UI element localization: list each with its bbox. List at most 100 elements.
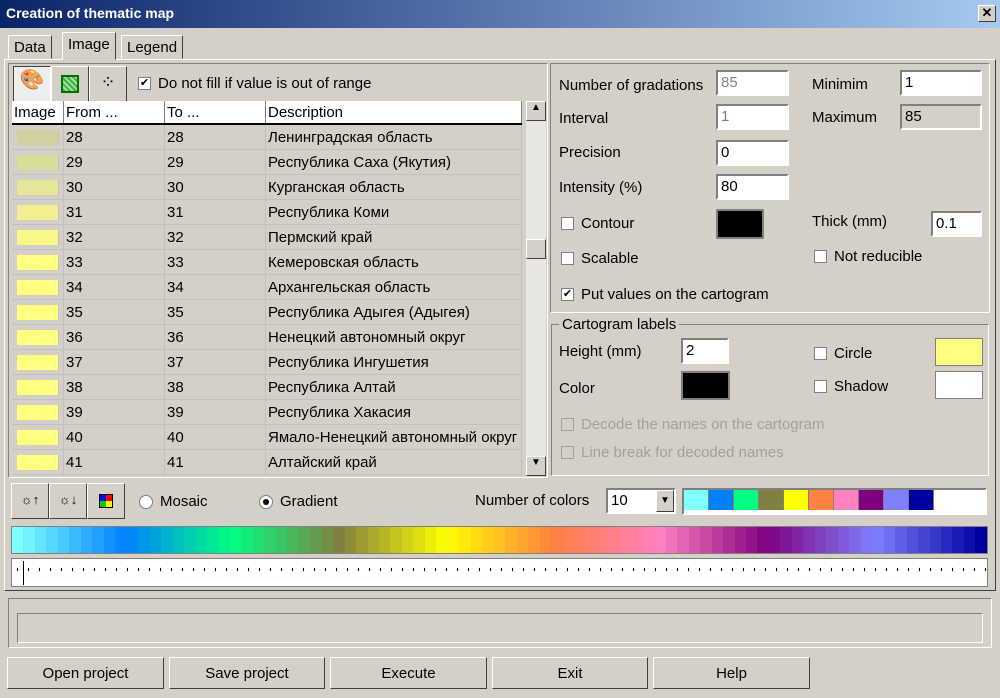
brighten-button[interactable]: ☼↑ [11, 483, 49, 519]
row-to[interactable]: 41 [165, 450, 266, 474]
gradient-step[interactable] [459, 527, 471, 553]
key-color-swatch[interactable] [759, 490, 784, 510]
gradient-step[interactable] [264, 527, 276, 553]
gradient-step[interactable] [711, 527, 724, 553]
gradient-step[interactable] [356, 527, 368, 553]
row-swatch-cell[interactable] [12, 425, 64, 449]
gradient-step[interactable] [849, 527, 861, 553]
put-values-checkbox[interactable]: ✔ [561, 288, 574, 301]
row-description[interactable]: Ленинградская область [266, 125, 522, 149]
row-swatch-cell[interactable] [12, 400, 64, 424]
row-swatch-cell[interactable] [12, 325, 64, 349]
gradient-step[interactable] [963, 527, 976, 553]
key-color-swatch[interactable] [709, 490, 734, 510]
gradient-radio[interactable] [259, 495, 273, 509]
gradient-step[interactable] [723, 527, 735, 553]
row-description[interactable]: Архангельская область [266, 275, 522, 299]
gradient-step[interactable] [516, 527, 529, 553]
row-description[interactable]: Алтайский край [266, 450, 522, 474]
gradient-step[interactable] [310, 527, 322, 553]
key-color-swatch[interactable] [859, 490, 884, 510]
row-swatch-cell[interactable] [12, 375, 64, 399]
ruler-marker[interactable] [23, 561, 24, 585]
row-to[interactable]: 29 [165, 150, 266, 174]
gradient-step[interactable] [344, 527, 357, 553]
row-from[interactable]: 36 [64, 325, 165, 349]
gradient-step[interactable] [46, 527, 58, 553]
gradient-step[interactable] [69, 527, 81, 553]
save-project-button[interactable]: Save project [169, 657, 325, 689]
gradient-step[interactable] [837, 527, 850, 553]
gradient-step[interactable] [768, 527, 781, 553]
execute-button[interactable]: Execute [330, 657, 487, 689]
gradient-step[interactable] [161, 527, 173, 553]
row-description[interactable]: Республика Саха (Якутия) [266, 150, 522, 174]
gradations-input[interactable]: 85 [716, 70, 789, 96]
key-color-swatch[interactable] [809, 490, 834, 510]
gradient-step[interactable] [860, 527, 873, 553]
key-color-swatch[interactable] [909, 490, 934, 510]
table-row[interactable]: 40 40 Ямало-Ненецкий автономный округ [12, 425, 522, 450]
gradient-step[interactable] [918, 527, 930, 553]
row-description[interactable]: Республика Коми [266, 200, 522, 224]
gradient-step[interactable] [287, 527, 299, 553]
row-swatch[interactable] [17, 405, 59, 420]
gradient-step[interactable] [642, 527, 655, 553]
row-swatch[interactable] [17, 355, 59, 370]
row-swatch[interactable] [17, 430, 59, 445]
row-to[interactable]: 31 [165, 200, 266, 224]
row-description[interactable]: Ненецкий автономный округ [266, 325, 522, 349]
row-description[interactable]: Кемеровская область [266, 250, 522, 274]
gradient-step[interactable] [298, 527, 311, 553]
gradient-ruler[interactable] [11, 558, 988, 587]
row-from[interactable]: 39 [64, 400, 165, 424]
gradient-step[interactable] [138, 527, 150, 553]
table-scrollbar[interactable]: ▲ ▼ [526, 101, 546, 476]
row-swatch[interactable] [17, 455, 59, 470]
table-row[interactable]: 37 37 Республика Ингушетия [12, 350, 522, 375]
row-to[interactable]: 32 [165, 225, 266, 249]
gradient-step[interactable] [528, 527, 540, 553]
row-from[interactable]: 33 [64, 250, 165, 274]
gradient-step[interactable] [872, 527, 884, 553]
tab-image[interactable]: Image [62, 32, 116, 60]
circle-color-swatch[interactable] [935, 338, 983, 366]
row-swatch-cell[interactable] [12, 350, 64, 374]
gradient-step[interactable] [619, 527, 632, 553]
row-from[interactable]: 38 [64, 375, 165, 399]
gradient-step[interactable] [654, 527, 666, 553]
gradient-step[interactable] [206, 527, 219, 553]
row-to[interactable]: 37 [165, 350, 266, 374]
col-to[interactable]: To ... [165, 101, 266, 123]
gradient-step[interactable] [401, 527, 414, 553]
contour-color-swatch[interactable] [716, 209, 764, 239]
table-row[interactable]: 28 28 Ленинградская область [12, 125, 522, 150]
intensity-input[interactable]: 80 [716, 174, 789, 200]
gradient-step[interactable] [929, 527, 941, 553]
row-swatch-cell[interactable] [12, 275, 64, 299]
table-row[interactable]: 29 29 Республика Саха (Якутия) [12, 150, 522, 175]
no-fill-checkbox[interactable]: ✔ [138, 77, 151, 90]
gradient-step[interactable] [665, 527, 678, 553]
gradient-step[interactable] [952, 527, 964, 553]
row-swatch-cell[interactable] [12, 125, 64, 149]
gradient-step[interactable] [321, 527, 334, 553]
mosaic-radio[interactable] [139, 495, 153, 509]
gradient-step[interactable] [80, 527, 93, 553]
gradient-bar[interactable] [11, 526, 988, 554]
gradient-step[interactable] [493, 527, 506, 553]
gradient-step[interactable] [631, 527, 643, 553]
close-button[interactable]: ✕ [978, 5, 996, 22]
gradient-step[interactable] [115, 527, 127, 553]
gradient-step[interactable] [390, 527, 402, 553]
key-color-swatch[interactable] [784, 490, 809, 510]
gradient-step[interactable] [734, 527, 746, 553]
row-description[interactable]: Ямало-Ненецкий автономный округ [266, 425, 522, 449]
scroll-up-icon[interactable]: ▲ [526, 101, 546, 121]
gradient-step[interactable] [826, 527, 838, 553]
table-row[interactable]: 34 34 Архангельская область [12, 275, 522, 300]
row-to[interactable]: 36 [165, 325, 266, 349]
contour-checkbox[interactable] [561, 217, 574, 230]
row-swatch[interactable] [17, 305, 59, 320]
row-from[interactable]: 28 [64, 125, 165, 149]
